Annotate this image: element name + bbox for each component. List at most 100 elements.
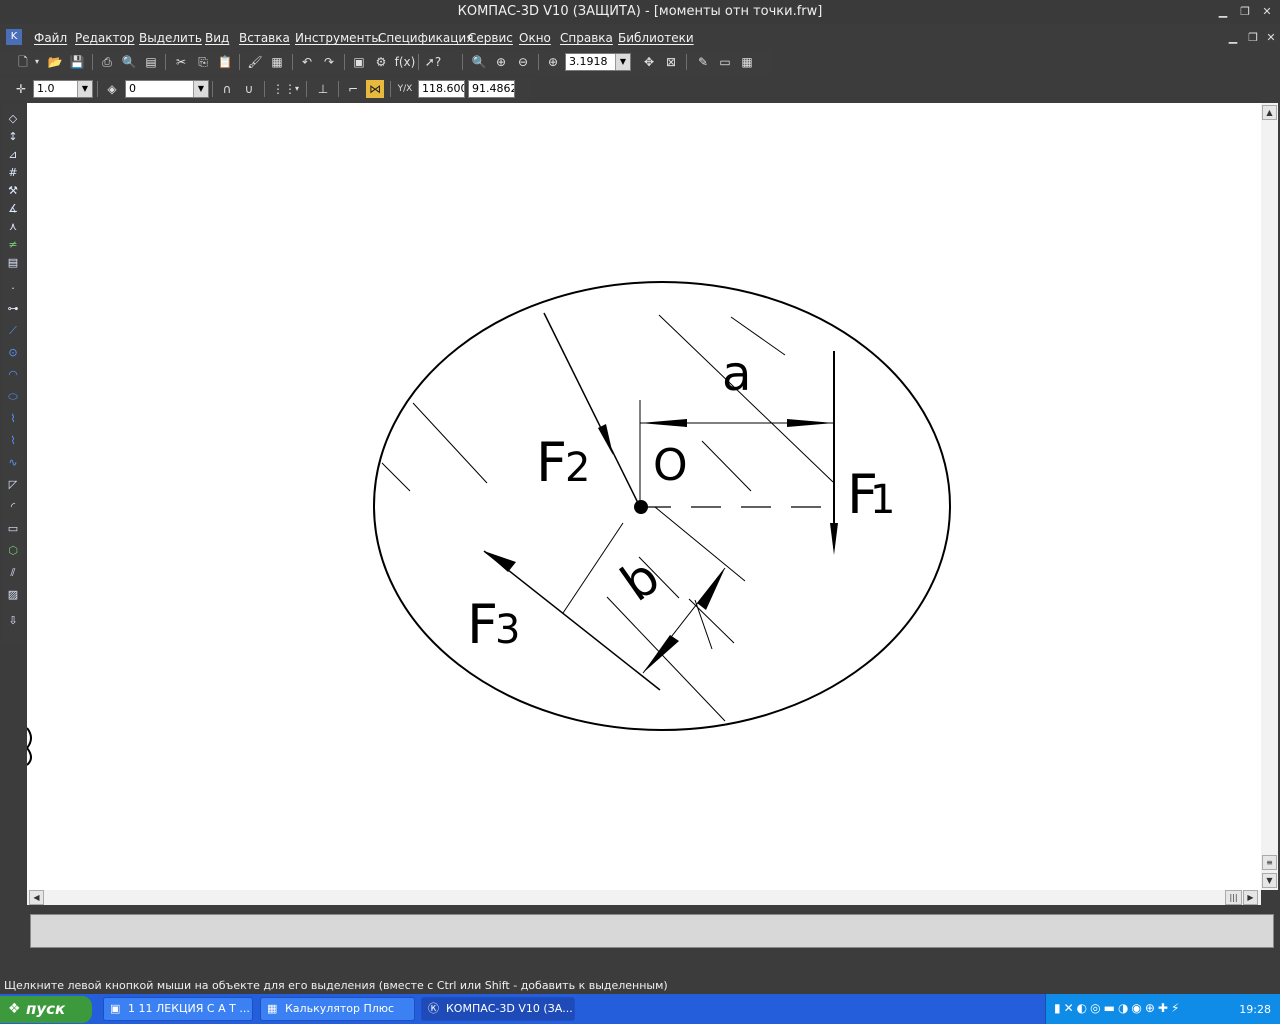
print-icon[interactable]: ⎙ <box>98 53 116 71</box>
grid-icon[interactable]: ⋮⋮ <box>272 80 296 98</box>
geometry-icon[interactable]: ◇ <box>4 110 22 128</box>
snap-magnet-icon[interactable]: ∩ <box>218 80 236 98</box>
chevron-down-icon[interactable]: ▼ <box>77 81 92 97</box>
redo-icon[interactable]: ↷ <box>320 53 338 71</box>
tray-icons[interactable]: ▮✕◐◎▬◑◉⊕✚⚡ <box>1054 1001 1182 1015</box>
new-document-icon[interactable]: 🗋 <box>14 53 32 71</box>
copy-icon[interactable]: ⎘ <box>194 53 212 71</box>
zoom-fit-icon[interactable]: ⊠ <box>662 53 680 71</box>
circle-icon[interactable]: ⊙ <box>4 344 22 362</box>
grid-dropdown-icon[interactable]: ▾ <box>292 80 302 98</box>
calculator-icon[interactable]: ▦ <box>738 53 756 71</box>
zoom-in-window-icon[interactable]: 🔍 <box>470 53 488 71</box>
variables-button[interactable]: f(x) <box>394 53 416 71</box>
library-icon[interactable]: ⚙ <box>372 53 390 71</box>
doc-restore-icon[interactable]: ❐ <box>1246 32 1260 44</box>
save-icon[interactable]: 💾 <box>68 53 86 71</box>
help-pointer-icon[interactable]: ➚? <box>424 53 442 71</box>
layer-icon[interactable]: ◈ <box>103 80 121 98</box>
chevron-down-icon[interactable]: ▼ <box>193 81 208 97</box>
layer-combo[interactable]: 0 ▼ <box>125 80 209 98</box>
zoom-scale-icon[interactable]: ⊕ <box>544 53 562 71</box>
auxiliary-line-icon[interactable]: ⊶ <box>4 300 22 318</box>
selection-icon[interactable]: ⋏ <box>4 218 22 236</box>
scroll-thumb-icon[interactable]: ≡ <box>1262 855 1277 870</box>
doc-minimize-icon[interactable]: ▁ <box>1226 32 1240 44</box>
scroll-up-icon[interactable]: ▲ <box>1262 105 1277 120</box>
menu-view[interactable]: Вид <box>205 31 229 45</box>
menu-libraries[interactable]: Библиотеки <box>618 31 694 45</box>
close-icon[interactable]: ✕ <box>1260 6 1274 18</box>
undo-icon[interactable]: ↶ <box>298 53 316 71</box>
chamfer-icon[interactable]: ◸ <box>4 476 22 494</box>
document-icon[interactable]: K <box>6 29 22 45</box>
menu-editor[interactable]: Редактор <box>75 31 134 45</box>
associative-views-icon[interactable]: ≠ <box>4 236 22 254</box>
dimensions-icon[interactable]: ↕ <box>4 128 22 146</box>
rectangle-icon[interactable]: ▭ <box>4 520 22 538</box>
menu-select[interactable]: Выделить <box>139 31 202 45</box>
equidistant-icon[interactable]: ⫽ <box>4 564 22 582</box>
menu-insert[interactable]: Вставка <box>239 31 290 45</box>
display-icon[interactable]: ▭ <box>716 53 734 71</box>
hscroll-thumb-icon[interactable]: ||| <box>1225 890 1242 905</box>
coord-x-field[interactable]: 118.600 <box>418 80 465 98</box>
edit-icon[interactable]: # <box>4 164 22 182</box>
drawing-canvas[interactable]: a O F 1 F 2 F 3 b <box>27 103 1261 890</box>
parametrization-icon[interactable]: ⚒ <box>4 182 22 200</box>
segment-icon[interactable]: ⟋ <box>4 322 22 340</box>
contour-icon[interactable]: ⬡ <box>4 542 22 560</box>
arc-icon[interactable]: ◠ <box>4 366 22 384</box>
maximize-icon[interactable]: ❐ <box>1238 6 1252 18</box>
chevron-down-icon[interactable]: ▼ <box>615 54 630 70</box>
new-dropdown-icon[interactable]: ▾ <box>32 53 42 71</box>
minimize-icon[interactable]: ▁ <box>1216 6 1230 18</box>
nurbs-icon[interactable]: ⌇ <box>4 432 22 450</box>
menu-file[interactable]: Файл <box>34 31 67 45</box>
menu-specification[interactable]: Спецификация <box>378 31 473 45</box>
specification-icon[interactable]: ▤ <box>4 254 22 272</box>
local-cs-icon[interactable]: ⊥ <box>314 80 332 98</box>
cut-icon[interactable]: ✂ <box>172 53 190 71</box>
start-button[interactable]: ❖ пуск <box>0 996 92 1023</box>
step-combo[interactable]: 1.0 ▼ <box>33 80 93 98</box>
pan-icon[interactable]: ✥ <box>640 53 658 71</box>
properties-icon[interactable]: ▦ <box>268 53 286 71</box>
paste-icon[interactable]: 📋 <box>216 53 234 71</box>
scroll-down-icon[interactable]: ▼ <box>1262 873 1277 888</box>
notation-icon[interactable]: ⊿ <box>4 146 22 164</box>
local-snap-icon[interactable]: ∪ <box>240 80 258 98</box>
collect-contour-icon[interactable]: ⇩ <box>4 612 22 630</box>
measure-icon[interactable]: ∡ <box>4 200 22 218</box>
bezier-icon[interactable]: ∿ <box>4 454 22 472</box>
vertical-scrollbar[interactable]: ▲ ≡ ▼ <box>1261 103 1278 890</box>
menu-window[interactable]: Окно <box>519 31 551 45</box>
zoom-in-icon[interactable]: ⊕ <box>492 53 510 71</box>
coord-y-field[interactable]: 91.4862 <box>468 80 515 98</box>
polyline-icon[interactable]: ⌇ <box>4 410 22 428</box>
menu-service[interactable]: Сервис <box>468 31 513 45</box>
menu-tools[interactable]: Инструменты <box>295 31 381 45</box>
task-kompas[interactable]: Ⓚ КОМПАС-3D V10 (ЗА... <box>421 997 575 1021</box>
cursor-step-icon[interactable]: ✛ <box>12 80 30 98</box>
print-preview-icon[interactable]: 🔍 <box>120 53 138 71</box>
menu-help[interactable]: Справка <box>560 31 613 45</box>
refresh-icon[interactable]: ✎ <box>694 53 712 71</box>
ortho-icon[interactable]: ⌐ <box>344 80 362 98</box>
zoom-out-icon[interactable]: ⊖ <box>514 53 532 71</box>
task-lecture[interactable]: ▣ 1 11 ЛЕКЦИЯ С А Т ... <box>103 997 253 1021</box>
manager-icon[interactable]: ▣ <box>350 53 368 71</box>
fillet-icon[interactable]: ◜ <box>4 498 22 516</box>
open-folder-icon[interactable]: 📂 <box>46 53 64 71</box>
ellipse-icon[interactable]: ⬭ <box>4 388 22 406</box>
page-setup-icon[interactable]: ▤ <box>142 53 160 71</box>
zoom-combo[interactable]: 3.1918 ▼ <box>565 53 631 71</box>
format-painter-icon[interactable]: 🖌 <box>246 53 264 71</box>
round-icon[interactable]: ⋈ <box>366 80 384 98</box>
hatch-icon[interactable]: ▨ <box>4 586 22 604</box>
scroll-left-icon[interactable]: ◀ <box>29 890 44 905</box>
task-calculator[interactable]: ▦ Калькулятор Плюс <box>260 997 415 1021</box>
scroll-right-icon[interactable]: ▶ <box>1243 890 1258 905</box>
doc-close-icon[interactable]: ✕ <box>1264 32 1278 44</box>
point-icon[interactable]: · <box>4 280 22 298</box>
